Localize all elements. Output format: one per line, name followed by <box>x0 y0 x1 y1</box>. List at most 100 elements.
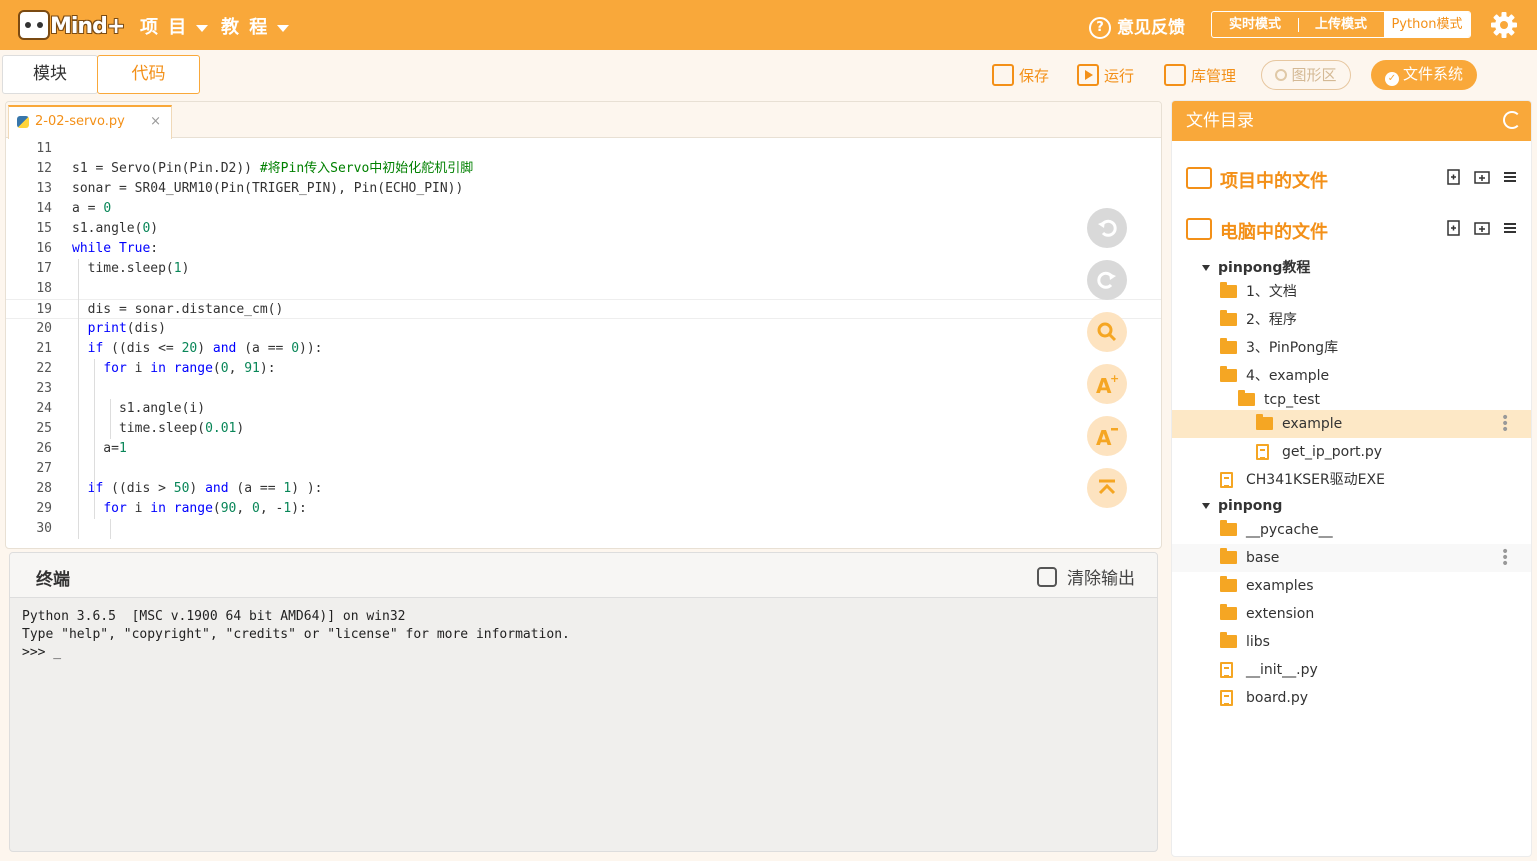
code-line[interactable]: 29 for i in range(90, 0, -1): <box>6 499 1161 519</box>
tree-file-item[interactable]: get_ip_port.py <box>1172 438 1531 466</box>
code-line[interactable]: 11 <box>6 139 1161 159</box>
code-line[interactable]: 19 dis = sonar.distance_cm() <box>6 299 1161 319</box>
font-increase-button[interactable]: A + <box>1087 364 1127 404</box>
file-tab-label: 2-02-servo.py <box>35 114 125 129</box>
tab-blocks[interactable]: 模块 <box>2 55 98 94</box>
new-file-icon[interactable] <box>1446 169 1462 185</box>
tree-folder-item[interactable]: base • • • <box>1172 544 1531 572</box>
monitor-icon <box>1186 218 1212 240</box>
tree-folder-item[interactable]: __pycache__ <box>1172 516 1531 544</box>
code-line[interactable]: 30 <box>6 519 1161 539</box>
file-system-label: 文件系统 <box>1402 65 1463 83</box>
close-tab-icon[interactable]: × <box>150 107 161 137</box>
editor-tab-bar: 2-02-servo.py × <box>6 102 1161 139</box>
code-line[interactable]: 27 <box>6 459 1161 479</box>
font-decrease-button[interactable]: A <box>1087 416 1127 456</box>
settings-gear-icon[interactable] <box>1489 10 1519 40</box>
code-line[interactable]: 13 sonar = SR04_URM10(Pin(TRIGER_PIN), Pi… <box>6 179 1161 199</box>
top-bar: Mind+ 项 目 教 程 ? 意见反馈 实时模式 上传模式 Python模式 <box>0 0 1537 50</box>
robot-logo-icon <box>18 10 50 40</box>
tree-folder-item[interactable]: libs <box>1172 628 1531 656</box>
code-area[interactable]: 11 12 s1 = Servo(Pin(Pin.D2)) #将Pin传入Servo… <box>6 139 1161 548</box>
code-text: a=1 <box>72 441 127 456</box>
tree-file-item[interactable]: __init__.py <box>1172 656 1531 684</box>
mind-plus-logo[interactable]: Mind+ <box>18 8 125 44</box>
project-menu[interactable]: 项 目 <box>140 13 209 39</box>
tree-folder-item[interactable]: 1、文档 <box>1172 278 1531 306</box>
search-icon <box>1097 322 1117 342</box>
code-line[interactable]: 17 time.sleep(1) <box>6 259 1161 279</box>
code-line[interactable]: 26 a=1 <box>6 439 1161 459</box>
folder-icon <box>1220 520 1237 536</box>
code-text: for i in range(0, 91): <box>103 361 276 376</box>
code-line[interactable]: 28 if ((dis > 50) and (a == 1) ): <box>6 479 1161 499</box>
tree-item-label: CH341KSER驱动EXE <box>1246 472 1385 488</box>
terminal-output[interactable]: Python 3.6.5 [MSC v.1900 64 bit AMD64)] … <box>10 598 1157 672</box>
tree-file-item[interactable]: board.py <box>1172 684 1531 712</box>
line-number: 26 <box>36 441 52 456</box>
pc-files-section[interactable]: 电脑中的文件 <box>1172 212 1531 252</box>
tree-folder-item[interactable]: example • • • <box>1172 410 1531 438</box>
tree-item-label: example <box>1282 416 1343 432</box>
line-number: 17 <box>36 261 52 276</box>
run-label: 运行 <box>1104 66 1135 85</box>
menu-icon[interactable] <box>1502 220 1518 236</box>
line-number: 27 <box>36 461 52 476</box>
expand-triangle-icon[interactable] <box>1202 265 1210 271</box>
undo-button[interactable] <box>1087 208 1127 248</box>
line-number: 30 <box>36 521 52 536</box>
tree-item-label: base <box>1246 550 1280 566</box>
redo-button[interactable] <box>1087 260 1127 300</box>
tree-folder-item[interactable]: 2、程序 <box>1172 306 1531 334</box>
code-line[interactable]: 15 s1.angle(0) <box>6 219 1161 239</box>
expand-triangle-icon[interactable] <box>1202 503 1210 509</box>
clear-icon <box>1037 566 1057 587</box>
graphics-area-button[interactable]: 图形区 <box>1261 60 1351 90</box>
new-file-icon[interactable] <box>1446 220 1462 236</box>
clear-output-button[interactable]: 清除输出 <box>1037 564 1135 589</box>
python-file-icon <box>17 116 29 128</box>
code-line[interactable]: 25 time.sleep(0.01) <box>6 419 1161 439</box>
save-button[interactable]: 保存 <box>992 64 1049 86</box>
new-folder-icon[interactable] <box>1474 220 1490 236</box>
tree-folder-item[interactable]: examples <box>1172 572 1531 600</box>
tutorial-menu[interactable]: 教 程 <box>221 13 290 39</box>
run-button[interactable]: 运行 <box>1077 64 1134 86</box>
line-number: 29 <box>36 501 52 516</box>
library-manager-button[interactable]: 库管理 <box>1164 64 1236 86</box>
code-line[interactable]: 12 s1 = Servo(Pin(Pin.D2)) #将Pin传入Servo中初… <box>6 159 1161 179</box>
file-system-button[interactable]: ✓ 文件系统 <box>1371 60 1477 90</box>
code-line[interactable]: 21 if ((dis <= 20) and (a == 0)): <box>6 339 1161 359</box>
tab-code[interactable]: 代码 <box>97 55 200 94</box>
code-line[interactable]: 18 <box>6 279 1161 299</box>
tree-item-label: extension <box>1246 606 1315 622</box>
code-line[interactable]: 20 print(dis) <box>6 319 1161 339</box>
mode-upload[interactable]: 上传模式 <box>1298 12 1384 37</box>
file-tab[interactable]: 2-02-servo.py × <box>8 105 172 139</box>
folder-icon <box>1220 632 1237 648</box>
search-button[interactable] <box>1087 312 1127 352</box>
project-files-section[interactable]: 项目中的文件 <box>1172 161 1531 201</box>
scroll-top-button[interactable] <box>1087 468 1127 508</box>
code-line[interactable]: 24 s1.angle(i) <box>6 399 1161 419</box>
code-line[interactable]: 22 for i in range(0, 91): <box>6 359 1161 379</box>
save-icon <box>992 64 1014 86</box>
menu-icon[interactable] <box>1502 169 1518 185</box>
tree-item-label: 3、PinPong库 <box>1246 340 1339 356</box>
code-line[interactable]: 16 while True: <box>6 239 1161 259</box>
more-options-icon[interactable]: • • • <box>1501 545 1509 571</box>
refresh-icon[interactable] <box>1503 111 1521 129</box>
tree-folder-item[interactable]: extension <box>1172 600 1531 628</box>
tree-file-item[interactable]: CH341KSER驱动EXE <box>1172 466 1531 494</box>
indent-guide <box>110 519 111 539</box>
file-directory-header: 文件目录 <box>1172 101 1531 141</box>
mode-realtime[interactable]: 实时模式 <box>1212 12 1298 37</box>
mode-python[interactable]: Python模式 <box>1384 12 1470 37</box>
feedback-button[interactable]: ? 意见反馈 <box>1089 13 1185 39</box>
new-folder-icon[interactable] <box>1474 169 1490 185</box>
tree-folder-item[interactable]: 3、PinPong库 <box>1172 334 1531 362</box>
code-line[interactable]: 14 a = 0 <box>6 199 1161 219</box>
more-options-icon[interactable]: • • • <box>1501 411 1509 437</box>
code-text: for i in range(90, 0, -1): <box>103 501 307 516</box>
code-line[interactable]: 23 <box>6 379 1161 399</box>
